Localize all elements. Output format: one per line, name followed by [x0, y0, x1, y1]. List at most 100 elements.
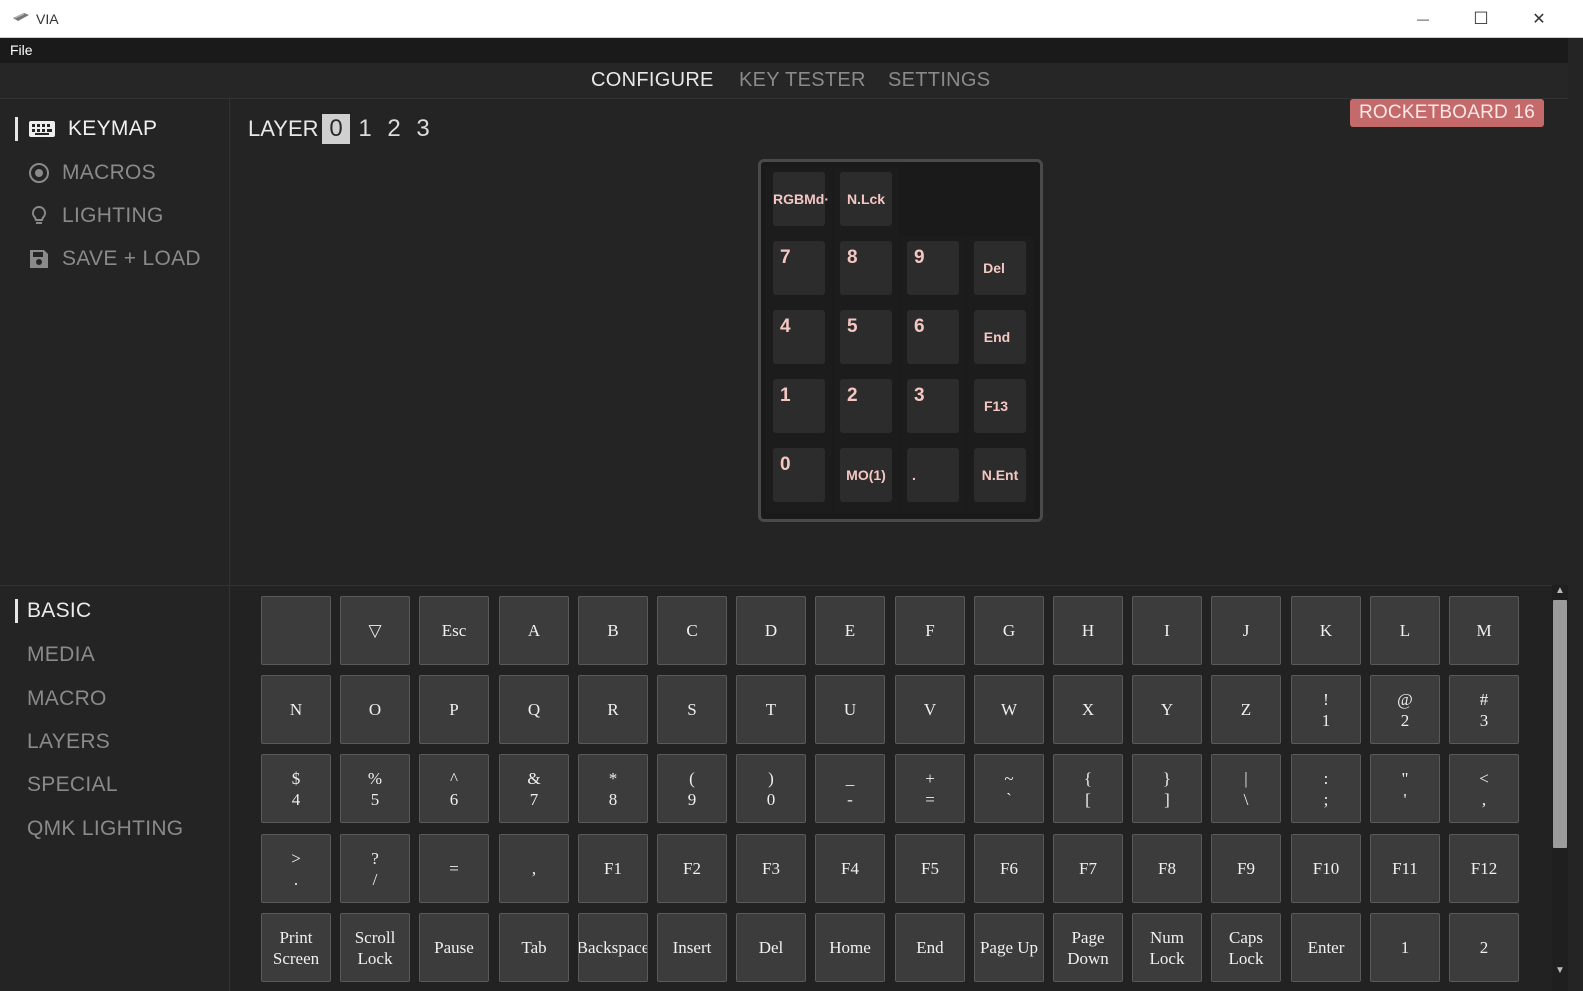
keycode-button[interactable]: F9	[1211, 834, 1281, 903]
keyboard-key[interactable]: 7	[766, 236, 832, 305]
keycode-button[interactable]: F12	[1449, 834, 1519, 903]
keyboard-key[interactable]: N.Lck	[833, 167, 899, 236]
keycode-button[interactable]: E	[815, 596, 885, 665]
category-macro[interactable]: MACRO	[27, 687, 107, 711]
keyboard-key[interactable]: 5	[833, 305, 899, 374]
scroll-up-arrow-icon[interactable]: ▲	[1552, 585, 1568, 599]
scroll-down-arrow-icon[interactable]: ▼	[1552, 965, 1568, 979]
keycode-button[interactable]: {[	[1053, 754, 1123, 823]
keycode-button[interactable]: =	[419, 834, 489, 903]
keyboard-key[interactable]: N.Ent	[967, 443, 1033, 512]
keycode-button[interactable]: F1	[578, 834, 648, 903]
keycode-button[interactable]: H	[1053, 596, 1123, 665]
category-basic[interactable]: BASIC	[27, 599, 92, 623]
layer-2-button[interactable]: 2	[380, 114, 408, 144]
keycode-button[interactable]: T	[736, 675, 806, 744]
keycode-button[interactable]: G	[974, 596, 1044, 665]
keycode-button[interactable]: C	[657, 596, 727, 665]
sidebar-item-save-load[interactable]: SAVE + LOAD	[28, 247, 201, 271]
keycode-button[interactable]: F5	[895, 834, 965, 903]
keyboard-key[interactable]: 0	[766, 443, 832, 512]
keycode-button[interactable]: ~ `	[974, 754, 1044, 823]
keycode-button[interactable]: + =	[895, 754, 965, 823]
keycode-button[interactable]: Home	[815, 913, 885, 982]
tab-configure[interactable]: CONFIGURE	[591, 69, 714, 92]
keycode-button[interactable]: F3	[736, 834, 806, 903]
keycode-button[interactable]: Page Down	[1053, 913, 1123, 982]
tab-key-tester[interactable]: KEY TESTER	[739, 69, 866, 92]
keycode-button[interactable]: Print Screen	[261, 913, 331, 982]
keycode-button[interactable]: X	[1053, 675, 1123, 744]
keycode-button[interactable]: F6	[974, 834, 1044, 903]
keycode-button[interactable]: F4	[815, 834, 885, 903]
keycode-button[interactable]: B	[578, 596, 648, 665]
keycode-button[interactable]: Page Up	[974, 913, 1044, 982]
keycode-button[interactable]: 1	[1370, 913, 1440, 982]
keycode-button[interactable]: | \	[1211, 754, 1281, 823]
keycode-button[interactable]: ! 1	[1291, 675, 1361, 744]
keycode-button[interactable]: Y	[1132, 675, 1202, 744]
keyboard-key[interactable]: 6	[900, 305, 966, 374]
minimize-button[interactable]: —	[1394, 0, 1452, 38]
keycode-button[interactable]: W	[974, 675, 1044, 744]
keycode-button[interactable]: K	[1291, 596, 1361, 665]
menu-file[interactable]: File	[10, 42, 33, 58]
keycode-button[interactable]: & 7	[499, 754, 569, 823]
keycode-button[interactable]: ) 0	[736, 754, 806, 823]
keycode-button[interactable]	[261, 596, 331, 665]
keycode-button[interactable]: A	[499, 596, 569, 665]
keycode-button[interactable]: Backspace	[578, 913, 648, 982]
keyboard-key[interactable]: 2	[833, 374, 899, 443]
keycode-button[interactable]: ^ 6	[419, 754, 489, 823]
sidebar-item-macros[interactable]: MACROS	[28, 161, 156, 185]
keycode-button[interactable]: U	[815, 675, 885, 744]
keyboard-key[interactable]: End	[967, 305, 1033, 374]
keycode-button[interactable]: S	[657, 675, 727, 744]
keycode-button[interactable]: }]	[1132, 754, 1202, 823]
keyboard-key[interactable]: 3	[900, 374, 966, 443]
keycode-button[interactable]: Num Lock	[1132, 913, 1202, 982]
keycode-button[interactable]: " '	[1370, 754, 1440, 823]
keycode-button[interactable]: Tab	[499, 913, 569, 982]
keycode-button[interactable]: F2	[657, 834, 727, 903]
keycode-button[interactable]: Enter	[1291, 913, 1361, 982]
keycode-button[interactable]: R	[578, 675, 648, 744]
keycode-button[interactable]: ▽	[340, 596, 410, 665]
keycode-button[interactable]: $4	[261, 754, 331, 823]
keycode-button[interactable]: M	[1449, 596, 1519, 665]
keycode-button[interactable]: * 8	[578, 754, 648, 823]
sidebar-item-keymap[interactable]: KEYMAP	[28, 117, 157, 141]
keyboard-key[interactable]: F13	[967, 374, 1033, 443]
keycode-button[interactable]: Caps Lock	[1211, 913, 1281, 982]
keycode-button[interactable]: Insert	[657, 913, 727, 982]
keycode-button[interactable]: % 5	[340, 754, 410, 823]
keycode-button[interactable]: Esc	[419, 596, 489, 665]
keycode-button[interactable]: N	[261, 675, 331, 744]
keyboard-key[interactable]: .	[900, 443, 966, 512]
keyboard-key[interactable]: 9	[900, 236, 966, 305]
keycode-button[interactable]: 2	[1449, 913, 1519, 982]
keycode-button[interactable]: >.	[261, 834, 331, 903]
keyboard-key[interactable]: 1	[766, 374, 832, 443]
category-media[interactable]: MEDIA	[27, 643, 95, 667]
keycode-button[interactable]: ,	[499, 834, 569, 903]
tab-settings[interactable]: SETTINGS	[888, 69, 990, 92]
category-layers[interactable]: LAYERS	[27, 730, 110, 754]
keyboard-key[interactable]: 4	[766, 305, 832, 374]
close-button[interactable]: ✕	[1510, 0, 1568, 38]
keycode-button[interactable]: P	[419, 675, 489, 744]
keycode-button[interactable]: Q	[499, 675, 569, 744]
keycode-button[interactable]: I	[1132, 596, 1202, 665]
keycode-button[interactable]: ? /	[340, 834, 410, 903]
category-special[interactable]: SPECIAL	[27, 773, 118, 797]
keycode-button[interactable]: V	[895, 675, 965, 744]
keycode-button[interactable]: Scroll Lock	[340, 913, 410, 982]
keyboard-key[interactable]: Del	[967, 236, 1033, 305]
keyboard-key[interactable]: 8	[833, 236, 899, 305]
keycode-button[interactable]: J	[1211, 596, 1281, 665]
keycode-button[interactable]: Del	[736, 913, 806, 982]
sidebar-item-lighting[interactable]: LIGHTING	[28, 204, 164, 228]
keycode-button[interactable]: O	[340, 675, 410, 744]
scrollbar-thumb[interactable]	[1553, 600, 1567, 848]
keycode-button[interactable]: @2	[1370, 675, 1440, 744]
